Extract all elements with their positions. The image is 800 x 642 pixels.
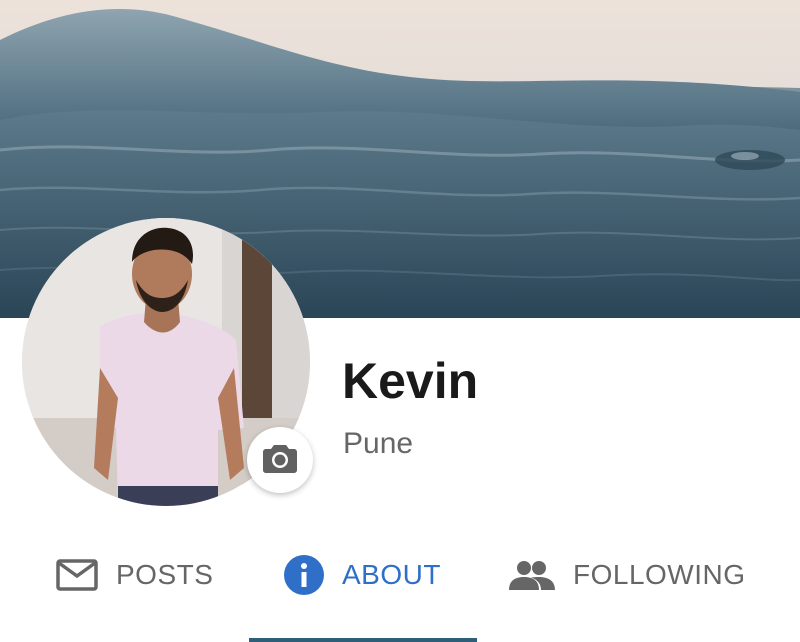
tab-about[interactable]: ABOUT (284, 540, 441, 610)
profile-tabs: POSTS ABOUT FOLLOWING (0, 540, 800, 610)
active-tab-indicator (249, 638, 477, 642)
tab-following[interactable]: FOLLOWING (509, 540, 746, 610)
change-photo-button[interactable] (247, 427, 313, 493)
tab-posts-label: POSTS (116, 559, 214, 590)
mail-icon (56, 559, 98, 591)
profile-location: Pune (343, 427, 414, 460)
profile-name: Kevin (342, 353, 479, 409)
tab-posts[interactable]: POSTS (56, 540, 213, 610)
info-icon (284, 555, 324, 595)
profile-page: Kevin Pune POSTS ABOUT FOLLOWING (0, 0, 800, 642)
tab-following-label: FOLLOWING (573, 559, 746, 590)
people-icon (509, 560, 555, 590)
camera-icon (263, 443, 297, 478)
tab-about-label: ABOUT (342, 559, 441, 590)
